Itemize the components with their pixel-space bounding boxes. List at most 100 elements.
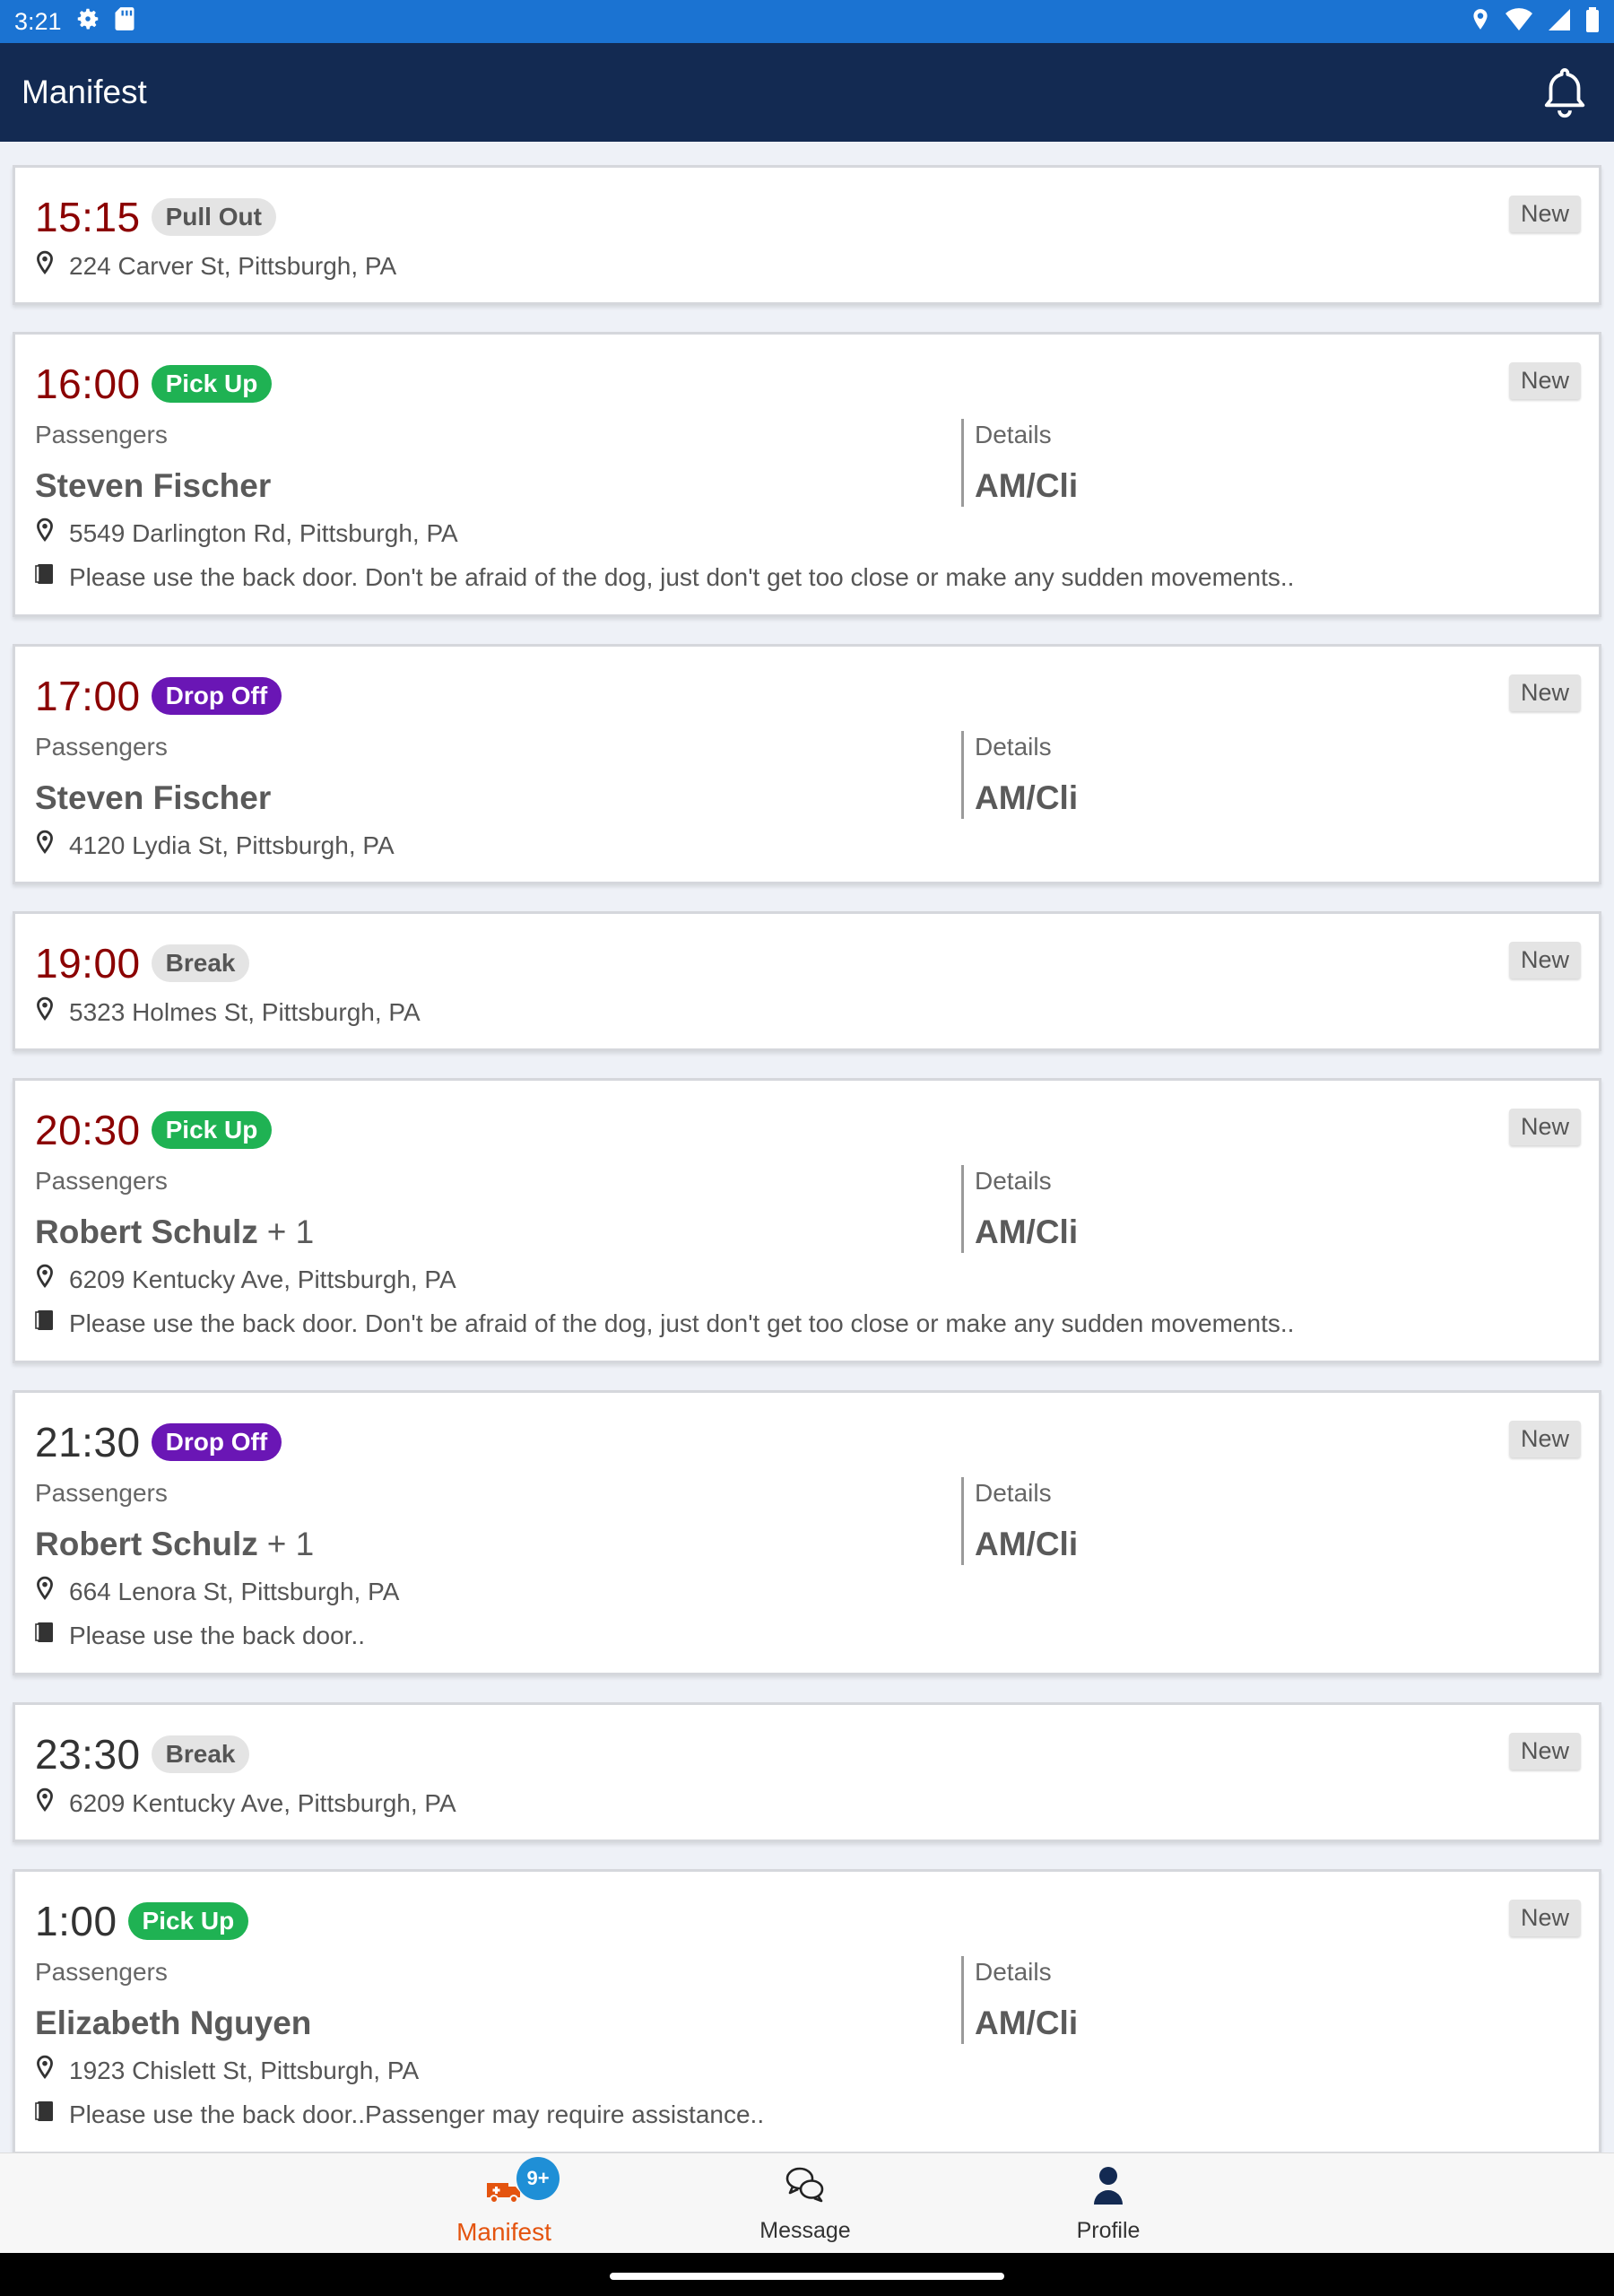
notification-count-badge: 9+ bbox=[516, 2157, 560, 2200]
bottom-navigation: 9+ Manifest Message Profile bbox=[0, 2152, 1614, 2254]
trip-status-chip[interactable]: New bbox=[1508, 196, 1581, 232]
details-label: Details bbox=[975, 1958, 1052, 1986]
column-divider bbox=[961, 731, 964, 819]
trip-type-badge: Drop Off bbox=[151, 677, 282, 715]
status-right bbox=[1471, 6, 1600, 37]
trip-type-badge: Drop Off bbox=[151, 1423, 282, 1461]
trip-type-badge: Pick Up bbox=[151, 365, 273, 403]
trip-details-value: AM/Cli bbox=[975, 1213, 1079, 1250]
trip-card[interactable]: 21:30 Drop Off New Passengers Robert Schulz +… bbox=[13, 1390, 1601, 1675]
trip-header: 16:00 Pick Up bbox=[35, 360, 273, 408]
trip-address: 1923 Chislett St, Pittsburgh, PA bbox=[69, 2056, 420, 2084]
nav-message[interactable]: Message bbox=[707, 2162, 904, 2252]
trip-time: 17:00 bbox=[35, 673, 141, 719]
trip-header: 20:30 Pick Up bbox=[35, 1106, 273, 1154]
notebook-icon bbox=[35, 1621, 55, 1650]
column-divider bbox=[961, 1477, 964, 1565]
person-icon bbox=[1092, 2165, 1124, 2209]
map-pin-icon bbox=[35, 1264, 55, 1295]
trip-header: 17:00 Drop Off bbox=[35, 672, 282, 720]
trip-card[interactable]: 19:00 Break New 5323 Holmes St, Pittsburgh,… bbox=[13, 911, 1601, 1051]
trip-status-chip[interactable]: New bbox=[1508, 1900, 1581, 1936]
trip-status-chip[interactable]: New bbox=[1508, 942, 1581, 978]
nav-message-icon-wrap bbox=[785, 2162, 826, 2209]
passenger-name-text: Robert Schulz bbox=[35, 1213, 258, 1250]
nav-message-label: Message bbox=[759, 2218, 851, 2243]
passengers-label: Passengers bbox=[35, 1167, 168, 1195]
trip-header: 15:15 Pull Out bbox=[35, 193, 276, 241]
passenger-name-text: Steven Fischer bbox=[35, 467, 272, 504]
trip-card[interactable]: 20:30 Pick Up New Passengers Robert Schulz + … bbox=[13, 1078, 1601, 1363]
passenger-name: Robert Schulz + 1 bbox=[35, 1213, 314, 1251]
battery-icon bbox=[1585, 6, 1600, 37]
address-row: 5549 Darlington Rd, Pittsburgh, PA bbox=[35, 517, 458, 549]
trip-time: 1:00 bbox=[35, 1898, 117, 1944]
trip-time: 16:00 bbox=[35, 361, 141, 407]
details-label: Details bbox=[975, 1479, 1052, 1507]
trip-status-chip[interactable]: New bbox=[1508, 1733, 1581, 1770]
address-row: 5323 Holmes St, Pittsburgh, PA bbox=[35, 996, 421, 1028]
trip-header: 23:30 Break bbox=[35, 1730, 250, 1779]
address-row: 224 Carver St, Pittsburgh, PA bbox=[35, 250, 396, 282]
map-pin-icon bbox=[35, 517, 55, 549]
trip-status-chip[interactable]: New bbox=[1508, 674, 1581, 711]
note-row: Please use the back door.. bbox=[35, 1621, 365, 1650]
trip-status-chip[interactable]: New bbox=[1508, 1109, 1581, 1145]
trip-address: 5323 Holmes St, Pittsburgh, PA bbox=[69, 997, 421, 1026]
map-pin-icon bbox=[35, 1787, 55, 1819]
column-divider bbox=[961, 1956, 964, 2044]
trip-header: 1:00 Pick Up bbox=[35, 1897, 249, 1945]
passenger-name-text: Steven Fischer bbox=[35, 779, 272, 816]
passengers-label: Passengers bbox=[35, 733, 168, 761]
home-gesture-handle[interactable] bbox=[610, 2273, 1004, 2280]
trip-details-value: AM/Cli bbox=[975, 2005, 1079, 2041]
passenger-extra-count: + 1 bbox=[266, 1526, 315, 1562]
trip-card[interactable]: 1:00 Pick Up New Passengers Elizabeth Nguyen… bbox=[13, 1869, 1601, 2154]
location-icon bbox=[1471, 8, 1490, 36]
passengers-label: Passengers bbox=[35, 1479, 168, 1507]
trip-card[interactable]: 17:00 Drop Off New Passengers Steven Fischer… bbox=[13, 644, 1601, 884]
note-row: Please use the back door..Passenger may … bbox=[35, 2100, 764, 2129]
details-label: Details bbox=[975, 421, 1052, 448]
trip-card[interactable]: 15:15 Pull Out New 224 Carver St, Pittsburg… bbox=[13, 165, 1601, 305]
notebook-icon bbox=[35, 2100, 55, 2129]
trip-header: 19:00 Break bbox=[35, 939, 250, 987]
trip-status-chip[interactable]: New bbox=[1508, 1421, 1581, 1457]
notebook-icon bbox=[35, 562, 55, 592]
column-divider bbox=[961, 1165, 964, 1253]
system-navigation-bar bbox=[0, 2253, 1614, 2296]
passengers-label: Passengers bbox=[35, 421, 168, 448]
trip-details-value: AM/Cli bbox=[975, 467, 1079, 504]
nav-profile-icon-wrap bbox=[1092, 2162, 1124, 2209]
map-pin-icon bbox=[35, 996, 55, 1028]
address-row: 664 Lenora St, Pittsburgh, PA bbox=[35, 1576, 399, 1607]
notifications-bell-icon[interactable] bbox=[1537, 65, 1592, 120]
notebook-icon bbox=[35, 1309, 55, 1338]
map-pin-icon bbox=[35, 2055, 55, 2086]
trip-address: 224 Carver St, Pittsburgh, PA bbox=[69, 251, 397, 280]
address-row: 6209 Kentucky Ave, Pittsburgh, PA bbox=[35, 1787, 456, 1819]
nav-manifest-icon-wrap: 9+ bbox=[486, 2157, 560, 2209]
passengers-label: Passengers bbox=[35, 1958, 168, 1986]
map-pin-icon bbox=[35, 830, 55, 861]
trip-status-chip[interactable]: New bbox=[1508, 362, 1581, 399]
trip-address: 6209 Kentucky Ave, Pittsburgh, PA bbox=[69, 1788, 456, 1817]
column-divider bbox=[961, 419, 964, 507]
trip-type-badge: Break bbox=[151, 944, 250, 982]
page-title: Manifest bbox=[22, 74, 147, 110]
trip-card[interactable]: 16:00 Pick Up New Passengers Steven Fischer D… bbox=[13, 332, 1601, 617]
passenger-name-text: Elizabeth Nguyen bbox=[35, 2005, 312, 2041]
trip-header: 21:30 Drop Off bbox=[35, 1418, 282, 1466]
trip-time: 23:30 bbox=[35, 1731, 141, 1778]
trip-card[interactable]: 23:30 Break New 6209 Kentucky Ave, Pittsbur… bbox=[13, 1702, 1601, 1842]
trip-note: Please use the back door..Passenger may … bbox=[69, 2100, 765, 2128]
chat-bubbles-icon bbox=[785, 2165, 826, 2209]
passenger-extra-count: + 1 bbox=[266, 1213, 315, 1250]
nav-profile[interactable]: Profile bbox=[1010, 2162, 1207, 2252]
passenger-name-text: Robert Schulz bbox=[35, 1526, 258, 1562]
nav-manifest[interactable]: 9+ Manifest bbox=[405, 2157, 603, 2252]
passenger-name: Robert Schulz + 1 bbox=[35, 1526, 314, 1563]
trip-type-badge: Pick Up bbox=[127, 1902, 249, 1940]
trip-type-badge: Pick Up bbox=[151, 1111, 273, 1149]
note-row: Please use the back door. Don't be afrai… bbox=[35, 1309, 1294, 1338]
